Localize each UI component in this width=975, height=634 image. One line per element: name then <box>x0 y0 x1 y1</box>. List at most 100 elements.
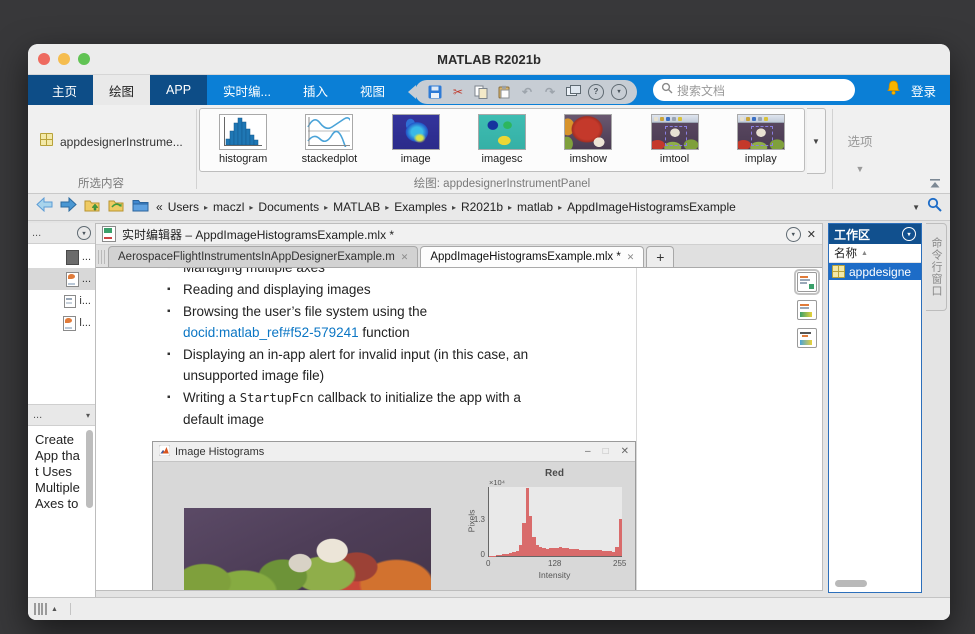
toolbar-dropdown-icon[interactable]: ▾ <box>611 84 627 100</box>
histogram-bar <box>619 519 622 556</box>
workspace-name-column-header[interactable]: 名称 ▲ <box>829 244 921 263</box>
details-title: ... <box>33 409 42 421</box>
tab-home[interactable]: 主页 <box>36 75 93 105</box>
back-icon[interactable] <box>36 197 53 217</box>
imagesc-plot-icon <box>478 114 526 150</box>
file-row-selected[interactable]: ... <box>28 268 95 290</box>
workspace-h-scrollbar[interactable] <box>835 580 867 587</box>
gallery-item-imagesc[interactable]: imagesc <box>464 114 540 165</box>
paste-icon[interactable] <box>496 84 512 100</box>
gallery-item-imshow[interactable]: imshow <box>550 114 626 165</box>
tab-close-icon[interactable]: ✕ <box>627 252 635 263</box>
resize-grip-icon[interactable]: ▲ <box>34 603 58 615</box>
document-content: Managing multiple axes Reading and displ… <box>96 268 822 590</box>
app-variable-icon <box>832 265 845 278</box>
selected-content-value[interactable]: appdesignerInstrume... <box>60 135 183 149</box>
details-header[interactable]: ... ▾ <box>28 404 95 426</box>
tab-apps[interactable]: APP <box>150 75 207 105</box>
details-scrollbar[interactable] <box>86 430 93 508</box>
breadcrumb-item[interactable]: MATLAB <box>333 200 380 214</box>
breadcrumb-item[interactable]: Examples <box>394 200 447 214</box>
gallery-item-histogram[interactable]: histogram <box>205 114 281 165</box>
implay-plot-icon <box>737 114 785 150</box>
save-icon[interactable] <box>427 84 443 100</box>
image-plot-icon <box>392 114 440 150</box>
x-axis-label: Intensity <box>488 570 621 580</box>
breadcrumb-item[interactable]: maczl <box>213 200 244 214</box>
notification-bell-icon[interactable] <box>886 80 901 101</box>
breadcrumb-item[interactable]: Users <box>168 200 199 214</box>
view-hide-code-icon[interactable] <box>797 328 817 348</box>
gallery-item-implay[interactable]: implay <box>723 114 799 165</box>
breadcrumb-item[interactable]: R2021b <box>461 200 503 214</box>
file-row[interactable]: ... <box>28 246 95 268</box>
panel-menu-icon[interactable]: ▾ <box>77 226 91 240</box>
options-label: 选项 <box>834 131 886 150</box>
editor-close-icon[interactable]: ✕ <box>807 228 816 241</box>
doc-tab-histograms[interactable]: AppdImageHistogramsExample.mlx * ✕ <box>420 246 644 267</box>
breadcrumb-item[interactable]: AppdImageHistogramsExample <box>567 200 736 214</box>
tab-view[interactable]: 视图 <box>344 75 401 105</box>
tab-live-editor[interactable]: 实时编... <box>207 75 287 105</box>
address-dropdown-icon[interactable]: ▼ <box>912 203 920 212</box>
tabbar-grip[interactable] <box>98 250 105 264</box>
implay-selection-box <box>751 126 773 146</box>
gallery-item-label: imtool <box>660 153 689 165</box>
doc-text: Reading and displaying images <box>183 282 371 297</box>
doc-text-block: Managing multiple axes Reading and displ… <box>167 268 559 431</box>
collapse-ribbon-icon[interactable] <box>928 177 944 191</box>
gallery-item-image[interactable]: image <box>378 114 454 165</box>
current-folder-panel: ... ▾ ... ... i... <box>28 223 96 597</box>
switch-windows-icon[interactable] <box>565 84 581 100</box>
workspace-title: 工作区 <box>834 226 870 243</box>
crumb-separator-icon: ▸ <box>558 203 562 212</box>
crumb-separator-icon: ▸ <box>249 203 253 212</box>
folder-search-icon[interactable] <box>927 197 942 217</box>
stackedplot-icon <box>305 114 353 150</box>
redo-icon[interactable]: ↷ <box>542 84 558 100</box>
workspace-variable-row[interactable]: appdesigne <box>829 263 921 280</box>
editor-menu-icon[interactable]: ▾ <box>786 227 801 242</box>
gallery-expand-button[interactable]: ▼ <box>807 108 826 174</box>
tab-close-icon[interactable]: ✕ <box>401 252 409 263</box>
up-folder-icon[interactable] <box>84 198 101 217</box>
bullet-item: Reading and displaying images <box>167 279 559 300</box>
sign-in-button[interactable]: 登录 <box>911 81 936 100</box>
forward-icon[interactable] <box>60 197 77 217</box>
help-icon[interactable]: ? <box>588 84 604 100</box>
doc-tab-aerospace[interactable]: AerospaceFlightInstrumentsInAppDesignerE… <box>108 246 418 267</box>
browse-folder-icon[interactable] <box>108 198 125 217</box>
doc-text: Writing a <box>183 390 240 405</box>
y-axis-label: Pixels <box>466 510 476 533</box>
file-row[interactable]: i... <box>28 290 95 312</box>
undo-icon[interactable]: ↶ <box>519 84 535 100</box>
file-label: l... <box>79 317 91 329</box>
crumb-separator-icon: ▸ <box>508 203 512 212</box>
gallery-item-stackedplot[interactable]: stackedplot <box>291 114 367 165</box>
breadcrumb-item[interactable]: Documents <box>258 200 319 214</box>
view-toggle-strip <box>795 272 819 348</box>
doc-search-box[interactable]: 搜索文档 <box>653 79 855 101</box>
breadcrumb-item[interactable]: matlab <box>517 200 553 214</box>
workspace-menu-icon[interactable]: ▾ <box>902 227 916 241</box>
status-divider <box>70 603 71 615</box>
tab-insert[interactable]: 插入 <box>287 75 344 105</box>
selected-app-icon <box>40 133 53 146</box>
cut-icon[interactable]: ✂ <box>450 84 466 100</box>
view-output-inline-icon[interactable] <box>797 272 817 292</box>
tab-plots[interactable]: 绘图 <box>93 75 150 105</box>
options-section[interactable]: 选项 ▼ <box>834 105 886 177</box>
file-row[interactable]: l... <box>28 312 95 334</box>
imshow-plot-icon <box>564 114 612 150</box>
doc-link[interactable]: docid:matlab_ref#f52-579241 <box>183 325 359 340</box>
embedded-app-screenshot: Image Histograms – □ ✕ Red ×10⁴ <box>152 441 636 590</box>
red-histogram: Red ×10⁴ 1.3 0 0 128 255 Intensity Pixel… <box>453 466 633 586</box>
gallery-item-imtool[interactable]: imtool <box>637 114 713 165</box>
command-window-collapsed-tab[interactable]: 命令行窗口 <box>926 223 947 311</box>
gallery-item-label: image <box>401 153 431 165</box>
new-tab-button[interactable]: + <box>646 246 674 267</box>
copy-icon[interactable] <box>473 84 489 100</box>
grip-arrow-icon: ▲ <box>51 606 58 613</box>
selection-section-label: 所选内容 <box>36 175 166 191</box>
view-output-right-icon[interactable] <box>797 300 817 320</box>
